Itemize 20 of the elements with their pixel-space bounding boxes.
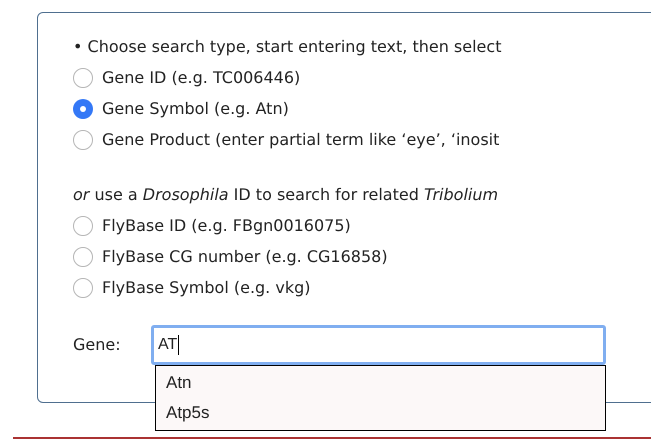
radio-label: Gene Product (enter partial term like ‘eye’, ‘inosit: [102, 128, 500, 150]
radio-label: FlyBase Symbol (e.g. vkg): [102, 276, 310, 298]
radio-button[interactable]: [73, 130, 93, 150]
radio-label: FlyBase CG number (e.g. CG16858): [102, 246, 388, 268]
suggestion-item[interactable]: Atp5s: [156, 398, 605, 428]
radio-button[interactable]: [73, 216, 93, 236]
radio-button[interactable]: [73, 98, 93, 118]
field-label: Gene:: [73, 334, 122, 356]
instruction-text: or use a Drosophila ID to search for related Tribolium: [73, 184, 500, 206]
radio-button[interactable]: [73, 246, 93, 266]
gene-input[interactable]: AT: [151, 325, 606, 365]
radio-button[interactable]: [73, 278, 93, 298]
input-value: AT: [158, 335, 178, 355]
radio-label: FlyBase ID (e.g. FBgn0016075): [102, 214, 351, 236]
suggestion-item[interactable]: Atn: [156, 368, 605, 398]
instruction-text: • Choose search type, start entering text, then select: [73, 36, 502, 58]
text-cursor: [178, 335, 180, 355]
radio-label: Gene ID (e.g. TC006446): [102, 66, 300, 88]
radio-button[interactable]: [73, 68, 93, 88]
radio-label: Gene Symbol (e.g. Atn): [102, 98, 289, 120]
